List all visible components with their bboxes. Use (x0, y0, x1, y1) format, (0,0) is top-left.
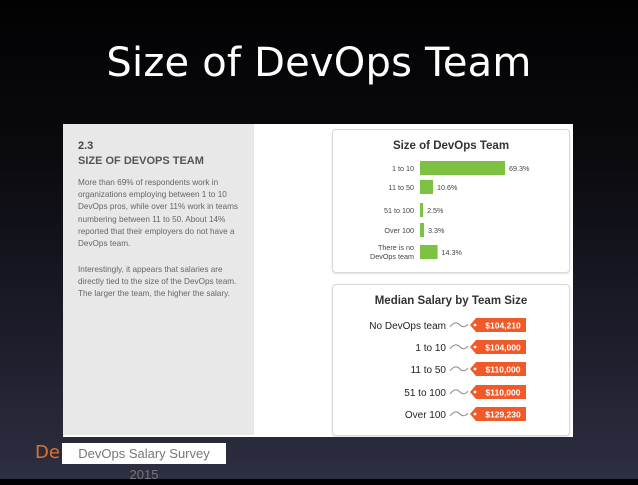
salary-category-label: 51 to 100 (404, 388, 446, 399)
footer-caption: DevOps Salary Survey 2015 (62, 443, 226, 482)
report-panel: 2.3 SIZE OF DEVOPS TEAM More than 69% of… (63, 124, 573, 437)
tag-hole (473, 345, 477, 349)
salary-tag-value: $129,230 (485, 410, 521, 420)
tag-string (449, 389, 469, 395)
bar (420, 180, 434, 194)
tag-hole (473, 367, 477, 371)
charts-svg: 1 to 10 69.3% 11 to 50 10.6% 51 to 100 2.5% Ov… (369, 161, 530, 421)
slide-title: Size of DevOps Team (106, 40, 532, 86)
salary-category-label: Over 100 (405, 410, 447, 421)
tag-hole (473, 323, 477, 327)
salary-category-label: 1 to 10 (415, 343, 446, 354)
bar-category-label: Over 100 (384, 226, 414, 235)
bar-value-label: 14.3% (442, 248, 463, 257)
bar (420, 203, 424, 217)
bar-category-label: 1 to 10 (392, 164, 414, 173)
salary-tag-value: $104,000 (485, 343, 521, 353)
tag-string (449, 322, 469, 328)
bar (420, 161, 505, 175)
bar-value-label: 2.5% (427, 206, 444, 215)
salary-category-label: 11 to 50 (411, 365, 447, 376)
tag-string (449, 344, 469, 350)
bar-category-label: There is no (378, 243, 414, 252)
salary-category-label: No DevOps team (369, 321, 446, 332)
bar-value-label: 69.3% (509, 164, 530, 173)
tag-string (449, 366, 469, 372)
bar-value-label: 3.3% (428, 226, 445, 235)
salary-tag-value: $110,000 (486, 365, 521, 375)
bar-category-label: DevOps team (370, 252, 414, 261)
bar (420, 223, 425, 237)
salary-tag-value: $110,000 (486, 388, 521, 398)
tag-hole (473, 412, 477, 416)
footer-logo: De (35, 442, 60, 463)
bar-category-label: 51 to 100 (384, 206, 414, 215)
bar (420, 245, 438, 259)
bar-category-label: 11 to 50 (389, 183, 414, 192)
tag-string (449, 411, 469, 417)
salary-tag-value: $104,210 (485, 321, 521, 331)
bar-value-label: 10.6% (437, 183, 458, 192)
tag-hole (473, 390, 477, 394)
